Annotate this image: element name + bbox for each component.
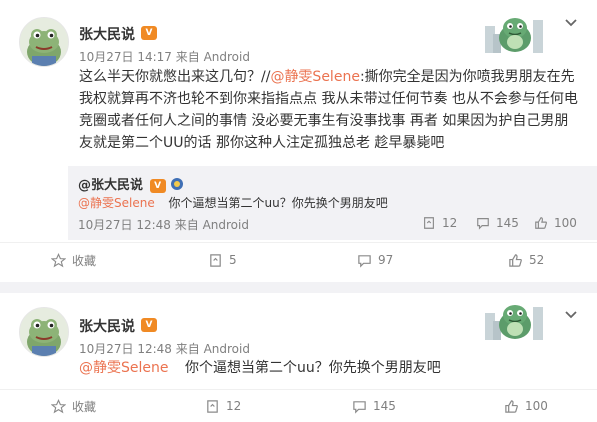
repost-icon [424,217,434,229]
favorite-label: 收藏 [72,253,97,268]
thumbs-up-icon [535,217,547,229]
post-content: @静雯Selene 你个逼想当第二个uu？你先换个男朋友吧 [79,357,577,379]
comment-button[interactable]: 97 [357,250,393,270]
comment-count: 145 [373,399,396,413]
repost-count: 12 [226,399,242,413]
quoted-author[interactable]: @张大民说 [78,178,143,193]
repost-button[interactable]: 12 [205,396,241,416]
chevron-down-icon[interactable] [563,306,579,322]
timestamp[interactable]: 10月27日 12:48 [78,218,171,232]
weibo-post: 张大民说 V 10月27日 14:17 来自 Android 这么半天你就憋出来… [0,0,597,282]
frog-avatar-icon [20,308,68,356]
comment-count: 97 [378,253,394,267]
action-bar: 收藏 5 97 52 [0,250,597,270]
post-meta: 10月27日 12:48 来自 Android [79,340,250,357]
post-separator [0,282,597,293]
weibo-post: 张大民说 V 10月27日 12:48 来自 Android @静雯Selene… [0,293,597,422]
avatar[interactable] [19,307,69,357]
like-count: 100 [525,399,548,413]
frog-avatar-icon [20,18,68,66]
post-meta: 10月27日 14:17 来自 Android [79,48,250,65]
comment-icon [477,218,489,230]
content-text: :撕你完全是因为你喷我男朋友在先 [359,69,575,85]
source: 来自 Android [175,50,250,64]
quoted-meta: 10月27日 12:48 来自 Android [78,216,249,233]
content-line: 这么半天你就憋出来这几句？//@静雯Selene:撕你完全是因为你喷我男朋友在先 [79,66,577,88]
timestamp[interactable]: 10月27日 12:48 [79,342,172,356]
dinosaur-sticker [485,305,543,340]
repost-icon [207,399,218,413]
username[interactable]: 张大民说 [79,316,135,336]
content-line: @静雯Selene 你个逼想当第二个uu？你先换个男朋友吧 [79,357,577,379]
vip-badge-icon: V [141,318,157,332]
repost-count: 5 [229,253,237,267]
chevron-down-icon[interactable] [563,14,579,30]
star-icon [51,398,66,413]
repost-button[interactable]: 5 [208,250,237,270]
divider [0,389,597,390]
username[interactable]: 张大民说 [79,24,135,44]
content-text: 这么半天你就憋出来这几句？// [79,69,271,85]
quoted-repost-button[interactable]: 12 [422,216,457,230]
favorite-button[interactable]: 收藏 [51,250,96,270]
content-text: 你个逼想当第二个uu？你先换个男朋友吧 [184,360,441,376]
repost-icon [210,253,221,267]
repost-count: 12 [442,216,458,230]
post-content: 这么半天你就憋出来这几句？//@静雯Selene:撕你完全是因为你喷我男朋友在先… [79,66,578,154]
source: 来自 Android [175,342,250,356]
favorite-button[interactable]: 收藏 [51,396,96,416]
thumbs-up-icon [505,399,518,413]
like-button[interactable]: 52 [508,250,544,270]
quoted-like-button[interactable]: 100 [534,216,577,230]
source: 来自 Android [174,218,249,232]
vip-badge-icon: V [141,26,157,40]
star-icon [51,252,66,267]
comment-icon [353,400,366,414]
mention-link[interactable]: @静雯Selene [78,196,155,210]
comment-count: 145 [496,216,519,230]
thumbs-up-icon [509,253,522,267]
mention-link[interactable]: @静雯Selene [270,69,360,85]
divider [0,242,597,243]
favorite-label: 收藏 [72,399,97,414]
content-line: 友就是第二个UU的话 那你这种人注定孤独总老 趁早暴毙吧 [79,135,445,151]
medal-icon [171,178,184,190]
quoted-text: 你个逼想当第二个uu？你先换个男朋友吧 [168,196,388,210]
quoted-author-row: @张大民说 V [78,174,184,194]
content-line: 竞圈或者任何人之间的事情 没必要无事生有没事找事 再者 如果因为护自己男朋 [79,113,569,129]
dinosaur-sticker [485,18,543,53]
action-bar: 收藏 12 145 100 [0,396,597,416]
like-count: 52 [529,253,545,267]
content-line: 我权就算再不济也轮不到你来指指点点 我从未带过任何节奏 也从不会参与任何电 [79,91,578,107]
quoted-comment-button[interactable]: 145 [476,216,519,230]
quoted-post[interactable]: @张大民说 V @静雯Selene 你个逼想当第二个uu？你先换个男朋友吧 10… [68,166,597,240]
vip-badge-icon: V [149,179,166,193]
timestamp[interactable]: 10月27日 14:17 [79,50,172,64]
comment-icon [358,254,371,268]
like-button[interactable]: 100 [504,396,548,416]
avatar[interactable] [19,17,69,67]
mention-link[interactable]: @静雯Selene [79,360,169,376]
like-count: 100 [554,216,577,230]
quoted-content: @静雯Selene 你个逼想当第二个uu？你先换个男朋友吧 [78,194,388,211]
comment-button[interactable]: 145 [352,396,396,416]
